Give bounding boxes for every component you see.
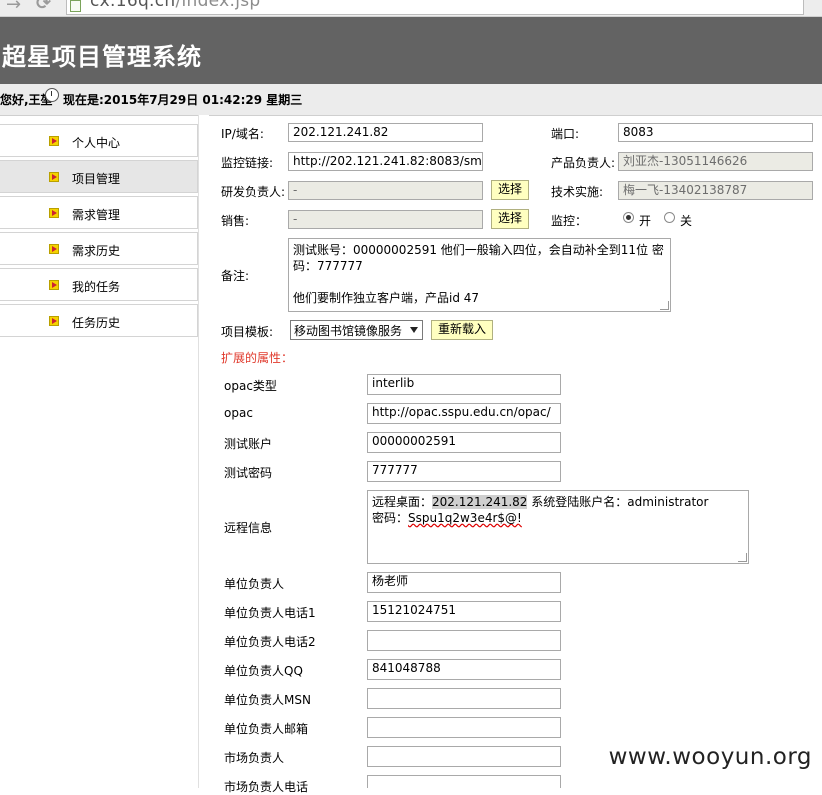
sidebar-item-label: 项目管理	[72, 172, 121, 186]
monitor-on-label: 开	[639, 214, 652, 228]
reload-icon[interactable]: ⟳	[36, 0, 51, 14]
arrow-icon	[49, 172, 59, 182]
url-host: cx.16q.cn	[90, 0, 176, 11]
test-account-input[interactable]: 00000002591	[367, 432, 561, 453]
clock-icon	[45, 88, 59, 102]
extended-attributes-label: 扩展的属性：	[221, 351, 294, 365]
unit-phone1-input[interactable]: 15121024751	[367, 601, 561, 622]
opac-label: opac	[224, 406, 253, 420]
arrow-icon	[49, 208, 59, 218]
unit-msn-label: 单位负责人MSN	[224, 693, 311, 707]
sidebar-item-my-tasks[interactable]: 我的任务	[0, 268, 198, 301]
product-owner-label: 产品负责人:	[551, 156, 616, 170]
market-owner-input[interactable]	[367, 746, 561, 767]
sidebar-item-label: 需求管理	[72, 208, 121, 222]
remote-info-textarea[interactable]: 远程桌面：202.121.241.82 系统登陆账户名：administrato…	[367, 490, 749, 564]
dev-owner-input: -	[288, 181, 483, 200]
market-owner-label: 市场负责人	[224, 751, 285, 765]
sidebar-item-label: 任务历史	[72, 316, 121, 330]
remote-info-line-1: 远程桌面：202.121.241.82 系统登陆账户名：administrato…	[372, 494, 744, 510]
chevron-down-icon	[410, 327, 418, 333]
template-label: 项目模板:	[221, 325, 274, 339]
template-select[interactable]: 移动图书馆镜像服务	[290, 320, 423, 340]
arrow-icon	[49, 316, 59, 326]
monitor-off-label: 关	[680, 214, 693, 228]
opac-type-label: opac类型	[224, 379, 277, 393]
remote-info-label: 远程信息	[224, 521, 273, 535]
unit-phone2-input[interactable]	[367, 630, 561, 651]
unit-email-input[interactable]	[367, 717, 561, 738]
sidebar-item-personal-center[interactable]: 个人中心	[0, 124, 198, 157]
test-password-input[interactable]: 777777	[367, 461, 561, 482]
choose-sales-button[interactable]: 选择	[491, 209, 529, 229]
remarks-label: 备注:	[221, 269, 250, 283]
unit-qq-input[interactable]: 841048788	[367, 659, 561, 680]
opac-input[interactable]: http://opac.sspu.edu.cn/opac/	[367, 403, 561, 424]
back-arrow-icon[interactable]: →	[6, 0, 21, 15]
opac-type-input[interactable]: interlib	[367, 374, 561, 395]
unit-owner-label: 单位负责人	[224, 577, 285, 591]
market-phone-input[interactable]	[367, 775, 561, 788]
resize-grip-icon[interactable]	[738, 553, 747, 562]
sales-input: -	[288, 210, 483, 229]
app-title: 超星项目管理系统	[2, 43, 202, 71]
watermark: www.wooyun.org	[608, 744, 812, 770]
port-input[interactable]: 8083	[618, 123, 813, 142]
sidebar-item-requirement-management[interactable]: 需求管理	[0, 196, 198, 229]
sidebar-item-label: 需求历史	[72, 244, 121, 258]
remote-password-prefix: 密码：	[372, 511, 409, 525]
remote-password-value: Sspu1q2w3e4r$@!	[408, 511, 522, 525]
tech-impl-label: 技术实施:	[551, 185, 604, 199]
unit-msn-input[interactable]	[367, 688, 561, 709]
sidebar-item-label: 个人中心	[72, 136, 121, 150]
choose-dev-owner-button[interactable]: 选择	[491, 180, 529, 200]
test-account-label: 测试账户	[224, 437, 273, 451]
ip-input[interactable]: 202.121.241.82	[288, 123, 483, 142]
remote-info-line-2: 密码：Sspu1q2w3e4r$@!	[372, 510, 744, 526]
arrow-icon	[49, 280, 59, 290]
unit-email-label: 单位负责人邮箱	[224, 722, 309, 736]
unit-qq-label: 单位负责人QQ	[224, 664, 303, 678]
remote-desktop-prefix: 远程桌面：	[372, 495, 433, 509]
remote-desktop-ip: 202.121.241.82	[432, 495, 528, 509]
remarks-line-1: 测试账号：00000002591 他们一般输入四位，会自动补全到11位 密码：7…	[293, 243, 664, 273]
url-text[interactable]: cx.16q.cn/index.jsp	[90, 0, 260, 11]
template-selected-value: 移动图书馆镜像服务	[294, 324, 403, 338]
sidebar-divider	[198, 115, 209, 788]
sidebar-item-project-management[interactable]: 项目管理	[0, 160, 198, 193]
arrow-icon	[49, 244, 59, 254]
page-icon	[70, 0, 81, 12]
sales-label: 销售:	[221, 214, 250, 228]
url-path: /index.jsp	[175, 0, 261, 11]
test-password-label: 测试密码	[224, 466, 273, 480]
remarks-textarea[interactable]: 测试账号：00000002591 他们一般输入四位，会自动补全到11位 密码：7…	[288, 238, 671, 312]
ip-label: IP/域名:	[221, 127, 264, 141]
sidebar-item-requirement-history[interactable]: 需求历史	[0, 232, 198, 265]
remarks-line-2: 他们要制作独立客户端，产品id 47	[293, 291, 480, 305]
monitor-off-radio[interactable]	[664, 212, 675, 223]
port-label: 端口:	[551, 127, 580, 141]
monitor-link-label: 监控链接:	[221, 156, 274, 170]
sidebar-item-label: 我的任务	[72, 280, 121, 294]
product-owner-input: 刘亚杰-13051146626	[618, 152, 813, 171]
monitor-on-radio[interactable]	[623, 212, 634, 223]
resize-grip-icon[interactable]	[660, 301, 669, 310]
sidebar-item-task-history[interactable]: 任务历史	[0, 304, 198, 337]
unit-owner-input[interactable]: 杨老师	[367, 572, 561, 593]
remote-account-text: 系统登陆账户名：administrator	[527, 495, 709, 509]
market-phone-label: 市场负责人电话	[224, 780, 309, 794]
arrow-icon	[49, 136, 59, 146]
unit-phone1-label: 单位负责人电话1	[224, 606, 316, 620]
current-time: 现在是:2015年7月29日 01:42:29 星期三	[63, 93, 303, 107]
dev-owner-label: 研发负责人:	[221, 185, 286, 199]
reload-template-button[interactable]: 重新载入	[431, 320, 493, 340]
monitor-label: 监控：	[551, 214, 588, 228]
monitor-link-input[interactable]: http://202.121.241.82:8083/sms/c	[288, 152, 483, 171]
unit-phone2-label: 单位负责人电话2	[224, 635, 316, 649]
tech-impl-input: 梅一飞-13402138787	[618, 181, 813, 200]
